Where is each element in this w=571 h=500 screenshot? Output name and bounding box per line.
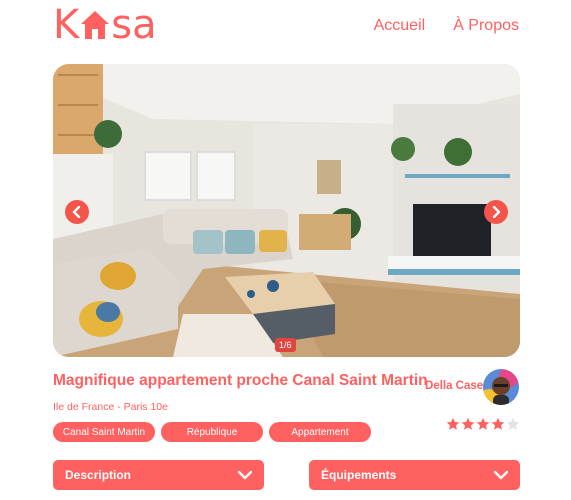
- star-icon: [491, 417, 505, 430]
- site-header: K sa Accueil À Propos: [0, 0, 571, 60]
- equipments-collapse[interactable]: Équipements: [309, 460, 520, 490]
- nav-link-a-propos[interactable]: À Propos: [453, 17, 519, 35]
- host-avatar-image: [483, 369, 519, 405]
- logo-letters-sa: sa: [111, 2, 157, 48]
- tag-republique: République: [161, 422, 263, 442]
- equipments-collapse-label: Équipements: [321, 468, 397, 482]
- rating-stars: [446, 417, 520, 431]
- star-icon: [461, 417, 475, 430]
- carousel-counter: 1/6: [275, 338, 296, 352]
- chevron-right-icon: [492, 206, 501, 218]
- host-name: Della Case: [425, 380, 484, 392]
- main-nav: Accueil À Propos: [374, 17, 519, 35]
- carousel-prev-button[interactable]: [65, 200, 89, 224]
- apartment-photo: [53, 64, 520, 357]
- tag-canal-saint-martin: Canal Saint Martin: [53, 422, 155, 442]
- logo-letter-k: K: [53, 2, 80, 48]
- description-collapse[interactable]: Description: [53, 460, 264, 490]
- house-icon: [81, 11, 110, 39]
- chevron-down-icon: [238, 470, 252, 480]
- chevron-left-icon: [72, 206, 81, 218]
- listing-location: Ile de France - Paris 10e: [53, 401, 168, 413]
- tag-appartement: Appartement: [269, 422, 371, 442]
- nav-link-accueil[interactable]: Accueil: [374, 17, 426, 35]
- tag-list: Canal Saint Martin République Appartemen…: [53, 422, 371, 442]
- listing-title: Magnifique appartement proche Canal Sain…: [53, 372, 428, 389]
- kasa-logo[interactable]: K sa: [53, 5, 157, 45]
- star-icon: [506, 417, 520, 430]
- carousel-next-button[interactable]: [484, 200, 508, 224]
- description-collapse-label: Description: [65, 468, 132, 482]
- chevron-down-icon: [494, 470, 508, 480]
- star-icon: [446, 417, 460, 430]
- star-icon: [476, 417, 490, 430]
- photo-carousel: 1/6: [53, 64, 520, 357]
- host-avatar: [483, 369, 519, 405]
